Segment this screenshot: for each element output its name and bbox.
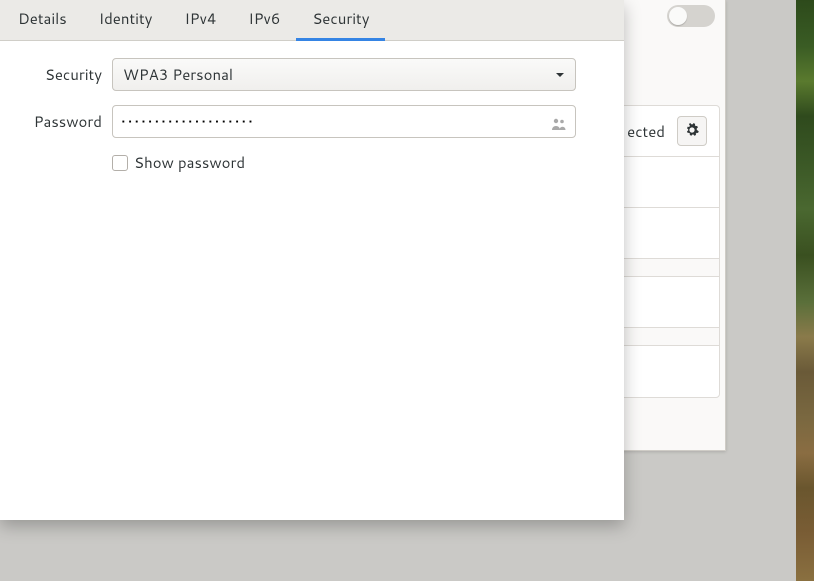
tab-security[interactable]: Security — [296, 0, 385, 41]
tab-identity[interactable]: Identity — [83, 0, 169, 41]
security-tab-content: Security WPA3 Personal Password Show pas… — [0, 41, 624, 173]
tab-label: Details — [18, 8, 67, 29]
show-password-checkbox[interactable] — [112, 155, 128, 171]
tab-details[interactable]: Details — [2, 0, 83, 41]
network-settings-button[interactable] — [677, 116, 707, 146]
security-type-row: Security WPA3 Personal — [0, 58, 576, 91]
security-type-value: WPA3 Personal — [123, 64, 233, 85]
password-label: Password — [0, 111, 112, 132]
password-field-wrap — [112, 105, 576, 138]
tab-label: IPv4 — [184, 8, 216, 29]
security-type-dropdown[interactable]: WPA3 Personal — [112, 58, 576, 91]
desktop-background-strip — [796, 0, 814, 581]
show-password-label: Show password — [134, 152, 245, 173]
wifi-security-dialog: Details Identity IPv4 IPv6 Security Secu… — [0, 0, 624, 520]
chevron-down-icon — [555, 64, 565, 85]
gear-icon — [685, 121, 699, 142]
connection-status-label: ected — [627, 121, 665, 142]
switch-toggle[interactable] — [667, 5, 715, 27]
dialog-tabbar: Details Identity IPv4 IPv6 Security — [0, 0, 624, 41]
password-input[interactable] — [121, 111, 551, 132]
switch-knob — [669, 7, 687, 25]
tab-label: Identity — [99, 8, 153, 29]
tab-ipv4[interactable]: IPv4 — [168, 0, 232, 41]
password-row: Password — [0, 105, 576, 138]
tab-ipv6[interactable]: IPv6 — [232, 0, 296, 41]
tab-label: IPv6 — [248, 8, 280, 29]
show-password-row: Show password — [112, 152, 576, 173]
tab-label: Security — [312, 8, 369, 29]
security-label: Security — [0, 64, 112, 85]
password-store-icon[interactable] — [551, 115, 567, 129]
